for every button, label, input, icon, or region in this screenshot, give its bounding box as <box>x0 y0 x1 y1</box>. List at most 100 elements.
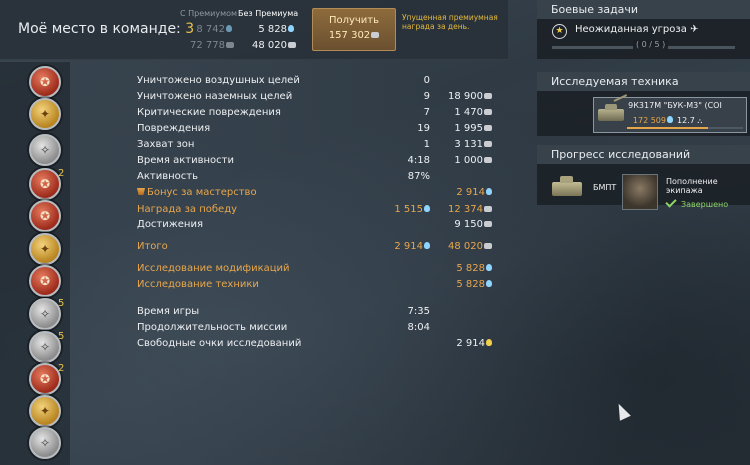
medal-multiplier: 5 <box>58 298 65 309</box>
stat-label: Время активности <box>137 155 234 166</box>
soldier-medal-icon[interactable]: ✦ <box>29 98 61 130</box>
get-premium-button[interactable]: Получить 157 302 <box>312 8 396 51</box>
silver-lions-icon <box>484 243 492 249</box>
missions-title: Боевые задачи <box>537 0 750 19</box>
stat-reward: 48 020 <box>412 241 492 252</box>
tank-icon <box>598 104 624 121</box>
tank-class-icon: ⛬ <box>697 117 703 125</box>
vehicle-name: 9К317М "БУК-М3" (СОІ <box>628 101 722 110</box>
research-points-icon <box>486 188 492 195</box>
stat-reward: 2 914 <box>412 187 492 198</box>
research-vehicle-panel: Исследуемая техника 9К317М "БУК-М3" (СОІ… <box>537 72 750 136</box>
stat-reward: 3 131 <box>412 139 492 150</box>
bomb-medal-icon[interactable]: ✧ <box>29 298 61 330</box>
task-name: Неожиданная угроза ✈ <box>575 24 699 35</box>
stat-reward: 1 000 <box>412 155 492 166</box>
premium-rp: 8 742 <box>180 24 232 35</box>
no-premium-column-header: Без Премиума <box>238 9 299 18</box>
no-premium-rp: 5 828 <box>240 24 294 35</box>
cross-medal-2-icon[interactable]: ✪ <box>29 363 61 395</box>
medal-multiplier: 5 <box>58 331 65 342</box>
wings-medal-icon[interactable]: ✧ <box>29 427 61 459</box>
stat-label: Бонус за мастерство <box>137 187 257 198</box>
research-row: БМПТ Пополнение экипажа Завершено <box>537 164 750 210</box>
stat-label: Активность <box>137 171 198 182</box>
missions-panel: Боевые задачи ★ Неожиданная угроза ✈ ( 0… <box>537 0 750 59</box>
cross-medal-icon[interactable]: ✪ <box>29 168 61 200</box>
stat-label: Продолжительность миссии <box>137 322 288 333</box>
silver-lions-icon <box>484 221 492 227</box>
premium-sl: 72 778 <box>180 40 234 51</box>
swords-medal-icon[interactable]: ✧ <box>29 331 61 363</box>
silver-lions-icon <box>484 141 492 147</box>
vehicle-progress-fill <box>627 127 709 129</box>
stat-label: Награда за победу <box>137 204 238 215</box>
silver-lions-icon <box>371 32 380 38</box>
silver-lions-icon <box>484 206 492 212</box>
team-place: Моё место в команде: 3 <box>18 21 194 37</box>
stat-reward: 12 374 <box>412 204 492 215</box>
research-points-icon <box>486 264 492 271</box>
stat-label: Критические повреждения <box>137 107 281 118</box>
research-progress-title: Прогресс исследований <box>537 145 750 164</box>
no-premium-sl: 48 020 <box>240 40 296 51</box>
mastery-bonus-icon <box>137 188 145 195</box>
crew-portrait[interactable] <box>622 174 658 210</box>
laurel-medal-icon[interactable]: ✦ <box>29 233 61 265</box>
stat-label: Время игры <box>137 306 200 317</box>
stat-reward: 1 995 <box>412 123 492 134</box>
crew-status: Завершено <box>665 196 728 209</box>
research-progress-panel: Прогресс исследований БМПТ Пополнение эк… <box>537 145 750 210</box>
background <box>0 0 750 465</box>
get-button-label: Получить <box>328 15 380 26</box>
silver-lions-icon <box>484 125 492 131</box>
stat-value: 87% <box>407 171 430 182</box>
crew-title: Пополнение экипажа <box>666 177 718 195</box>
stat-label: Итого <box>137 241 168 252</box>
medal-multiplier: 2 <box>58 168 65 179</box>
helmet-medal-icon[interactable]: ✧ <box>29 134 61 166</box>
research-points-icon <box>288 25 294 32</box>
stat-reward: 9 150 <box>412 219 492 230</box>
silver-lions-icon <box>288 42 296 48</box>
aircraft-medal-icon[interactable]: ✪ <box>29 66 61 98</box>
stat-label: Свободные очки исследований <box>137 338 302 349</box>
vehicle-progress-bar <box>627 127 743 129</box>
tank-icon <box>552 176 582 196</box>
silver-lions-icon <box>484 109 492 115</box>
shield-medal-icon[interactable]: ✪ <box>29 265 61 297</box>
vehicle-progress: 172 509 <box>627 116 673 125</box>
summary-bar: Моё место в команде: 3 С Премиумом Без П… <box>0 0 508 60</box>
missed-reward-text: Упущенная премиумная награда за день. <box>402 13 498 31</box>
stat-value: 7:35 <box>407 306 430 317</box>
stat-value: 8:04 <box>407 322 430 333</box>
stat-label: Исследование техники <box>137 279 259 290</box>
task-row[interactable]: ★ Неожиданная угроза ✈ ( 0 / 5 ) <box>537 19 750 49</box>
research-points-icon <box>226 25 232 32</box>
star-icon: ★ <box>552 24 567 39</box>
check-icon <box>665 196 677 208</box>
premium-column-header: С Премиумом <box>180 9 238 18</box>
stat-value: 0 <box>423 75 430 86</box>
stat-reward: 5 828 <box>412 263 492 274</box>
star-medal-icon[interactable]: ✪ <box>29 200 61 232</box>
silver-lions-icon <box>484 157 492 163</box>
free-rp-icon <box>486 339 492 346</box>
stat-label: Достижения <box>137 219 203 230</box>
stat-reward: 2 914 <box>412 338 492 349</box>
vehicle-br: 12.7 ⛬ <box>677 116 703 125</box>
stat-reward: 18 900 <box>412 91 492 102</box>
research-points-icon <box>667 116 673 123</box>
research-points-icon <box>486 280 492 287</box>
silver-lions-icon <box>484 93 492 99</box>
vehicle-card[interactable]: 9К317М "БУК-М3" (СОІ 172 509 12.7 ⛬ <box>593 97 747 133</box>
stat-reward: 1 470 <box>412 107 492 118</box>
task-progress-text: ( 0 / 5 ) <box>633 40 669 49</box>
team-place-label: Моё место в команде: <box>18 21 181 37</box>
medal-multiplier: 2 <box>58 363 65 374</box>
badge-medal-icon[interactable]: ✦ <box>29 395 61 427</box>
stat-label: Исследование модификаций <box>137 263 290 274</box>
get-button-amount: 157 302 <box>313 30 395 41</box>
stat-label: Захват зон <box>137 139 195 150</box>
stat-reward: 5 828 <box>412 279 492 290</box>
